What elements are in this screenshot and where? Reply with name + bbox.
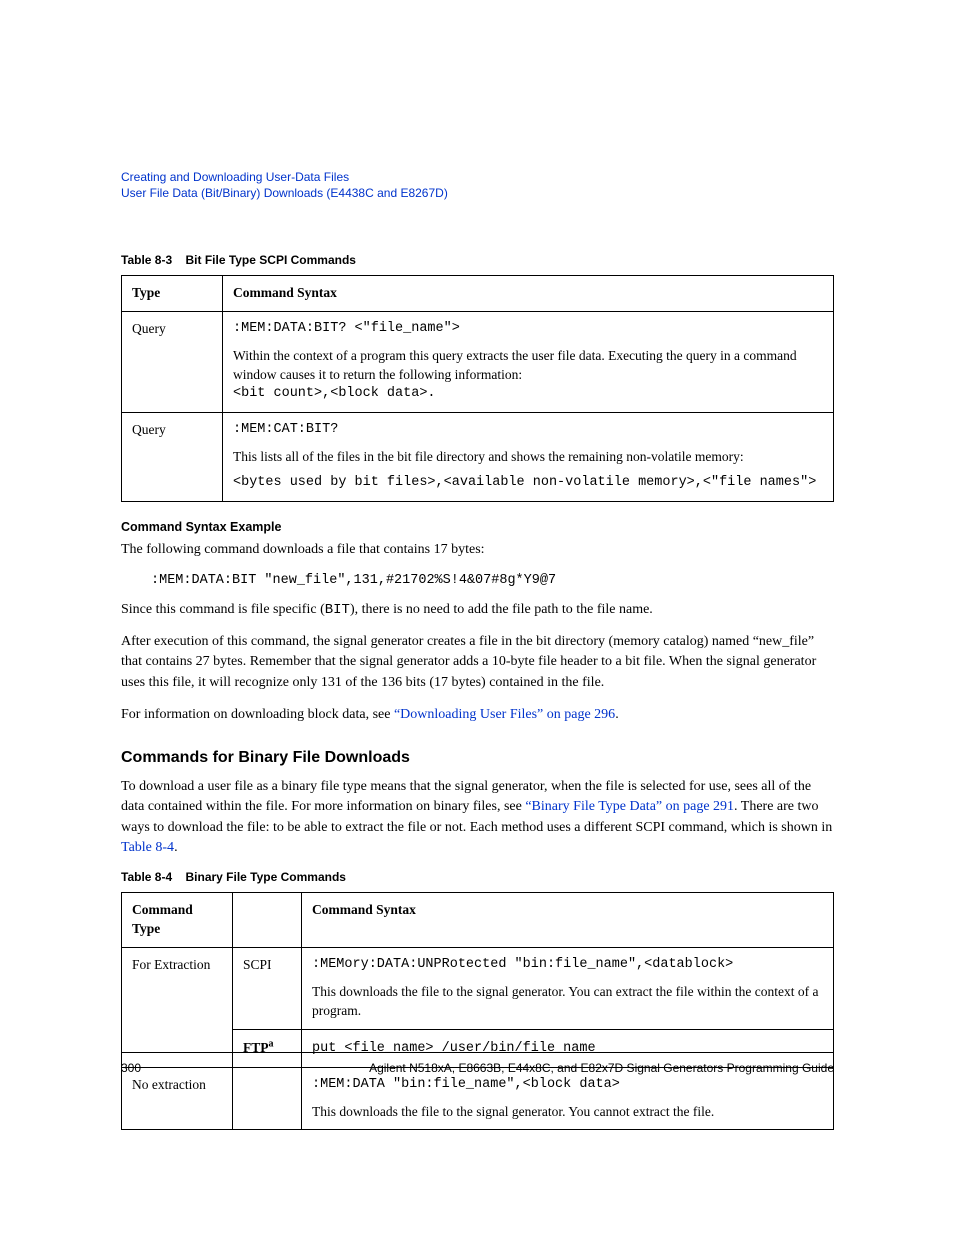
cell-syntax: :MEM:DATA:BIT? <"file_name"> Within the … [223,312,834,413]
table-83-number: Table 8-3 [121,253,172,267]
table-83: Type Command Syntax Query :MEM:DATA:BIT?… [121,275,834,502]
binary-heading: Commands for Binary File Downloads [121,749,834,767]
footnote-mark: a [269,1039,274,1050]
table-84-title: Binary File Type Commands [185,870,345,884]
cell-proto [233,1067,302,1130]
cmd-text: :MEM:DATA:BIT? <"file_name"> [233,320,823,339]
cmd-desc: This downloads the file to the signal ge… [312,983,823,1021]
table-row: Query :MEM:CAT:BIT? This lists all of th… [122,412,834,502]
th-syntax: Command Syntax [223,276,834,312]
example-code: :MEM:DATA:BIT "new_file",131,#21702%S!4&… [151,573,834,588]
page: Creating and Downloading User-Data Files… [0,0,954,1235]
cell-syntax: :MEMory:DATA:UNPRotected "bin:file_name"… [302,948,834,1030]
table-83-caption: Table 8-3 Bit File Type SCPI Commands [121,253,834,267]
table-83-title: Bit File Type SCPI Commands [185,253,355,267]
cmd-return: <bit count>,<block data>. [233,385,823,404]
example-p4: For information on downloading block dat… [121,705,834,725]
table-84-caption: Table 8-4 Binary File Type Commands [121,870,834,884]
table-row: For Extraction SCPI :MEMory:DATA:UNPRote… [122,948,834,1030]
cmd-text: :MEM:DATA "bin:file_name",<block data> [312,1076,823,1095]
cell-type: Query [122,312,223,413]
cross-ref-link[interactable]: “Binary File Type Data” on page 291 [525,799,734,814]
table-row: Query :MEM:DATA:BIT? <"file_name"> Withi… [122,312,834,413]
cross-ref-link[interactable]: “Downloading User Files” on page 296 [394,707,615,722]
header-line-1: Creating and Downloading User-Data Files [121,170,834,186]
text-span: . [174,840,178,855]
footer-title: Agilent N518xA, E8663B, E44x8C, and E82x… [369,1061,834,1075]
table-row: Type Command Syntax [122,276,834,312]
text-span: For information on downloading block dat… [121,707,394,722]
table-84-number: Table 8-4 [121,870,172,884]
cell-proto: SCPI [233,948,302,1030]
header-line-2: User File Data (Bit/Binary) Downloads (E… [121,186,834,202]
table-row: No extraction :MEM:DATA "bin:file_name",… [122,1067,834,1130]
example-p1: The following command downloads a file t… [121,540,834,560]
text-span: ), there is no need to add the file path… [350,602,653,617]
binary-p1: To download a user file as a binary file… [121,777,834,858]
cmd-desc: Within the context of a program this que… [233,347,823,385]
th-blank [233,893,302,948]
example-p2: Since this command is file specific (BIT… [121,600,834,620]
cmd-desc: This lists all of the files in the bit f… [233,448,823,467]
cross-ref-link[interactable]: Table 8-4 [121,840,174,855]
page-footer: 300 Agilent N518xA, E8663B, E44x8C, and … [121,1052,834,1075]
cell-syntax: :MEM:CAT:BIT? This lists all of the file… [223,412,834,502]
chapter-header: Creating and Downloading User-Data Files… [121,170,834,201]
page-number: 300 [121,1061,141,1075]
th-type: Type [122,276,223,312]
example-p3: After execution of this command, the sig… [121,632,834,693]
cell-type: Query [122,412,223,502]
cell-cmdtype: For Extraction [122,948,233,1068]
th-syntax: Command Syntax [302,893,834,948]
cmd-desc: This downloads the file to the signal ge… [312,1103,823,1122]
cmd-text: :MEMory:DATA:UNPRotected "bin:file_name"… [312,956,823,975]
table-84: Command Type Command Syntax For Extracti… [121,892,834,1130]
cmd-return: <bytes used by bit files>,<available non… [233,474,823,493]
code-span: BIT [325,602,350,618]
example-heading: Command Syntax Example [121,520,834,534]
cmd-text: :MEM:CAT:BIT? [233,421,823,440]
table-row: Command Type Command Syntax [122,893,834,948]
text-span: Since this command is file specific ( [121,602,325,617]
th-cmdtype: Command Type [122,893,233,948]
cell-syntax: :MEM:DATA "bin:file_name",<block data> T… [302,1067,834,1130]
text-span: . [615,707,619,722]
cell-cmdtype: No extraction [122,1067,233,1130]
